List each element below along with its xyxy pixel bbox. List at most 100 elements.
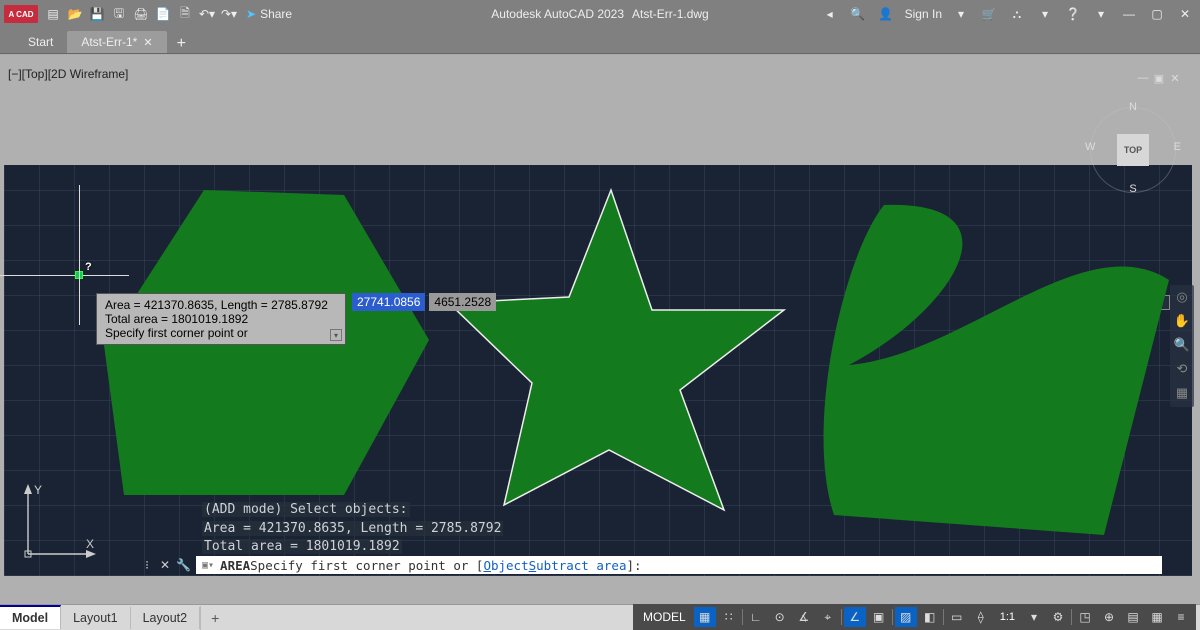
tab-active-doc[interactable]: Atst-Err-1* ✕ bbox=[67, 31, 166, 53]
speak-icon[interactable]: ◂ bbox=[821, 5, 839, 23]
units-icon[interactable]: ▤ bbox=[1122, 607, 1144, 627]
lineweight-icon[interactable]: ▨ bbox=[895, 607, 917, 627]
cmd-name: AREA bbox=[220, 558, 250, 573]
isodraft-icon[interactable]: ∡ bbox=[793, 607, 815, 627]
tab-new-button[interactable]: + bbox=[167, 35, 196, 53]
tooltip-line3: Specify first corner point or bbox=[105, 326, 337, 340]
ucs-x-label: X bbox=[86, 537, 94, 551]
grid-toggle-icon[interactable]: ▦ bbox=[694, 607, 716, 627]
command-line-input[interactable]: ▣▾ AREA Specify first corner point or [ … bbox=[196, 556, 1162, 574]
dropdown-icon-3[interactable]: ▾ bbox=[1092, 5, 1110, 23]
vp-restore-icon[interactable]: ▣ bbox=[1152, 71, 1166, 85]
share-button[interactable]: ➤ Share bbox=[246, 7, 292, 21]
dynamic-coord-inputs: 27741.0856 4651.2528 bbox=[352, 293, 496, 311]
command-history: (ADD mode) Select objects: Area = 421370… bbox=[202, 501, 1142, 556]
app-name: Autodesk AutoCAD 2023 bbox=[491, 7, 624, 21]
tab-layout2[interactable]: Layout2 bbox=[131, 607, 200, 629]
dropdown-icon[interactable]: ▾ bbox=[952, 5, 970, 23]
share-icon: ➤ bbox=[246, 7, 256, 21]
print-icon[interactable]: 🖨 bbox=[132, 5, 150, 23]
ucs-y-label: Y bbox=[34, 484, 42, 497]
cmd-close-icon[interactable]: ✕ bbox=[158, 558, 172, 572]
coord-y-input[interactable]: 4651.2528 bbox=[429, 293, 496, 311]
app-switcher-icon[interactable]: ⛬ bbox=[1008, 5, 1026, 23]
hist-line: Area = 421370.8635, Length = 2785.8792 bbox=[202, 521, 503, 536]
plot-icon[interactable]: 📄 bbox=[154, 5, 172, 23]
cart-icon[interactable]: 🛒 bbox=[980, 5, 998, 23]
save-icon[interactable]: 💾 bbox=[88, 5, 106, 23]
cmd-prompt-2: ]: bbox=[626, 558, 641, 573]
user-icon[interactable]: 👤 bbox=[877, 5, 895, 23]
hist-line: (ADD mode) Select objects: bbox=[202, 502, 410, 517]
vc-north: N bbox=[1129, 101, 1137, 113]
polar-icon[interactable]: ⊙ bbox=[769, 607, 791, 627]
minimize-icon[interactable]: — bbox=[1120, 5, 1138, 23]
vc-east: E bbox=[1174, 141, 1181, 153]
cmd-grip-icon[interactable]: ⁝ bbox=[140, 558, 154, 572]
tab-layout1[interactable]: Layout1 bbox=[61, 607, 130, 629]
coord-x-input[interactable]: 27741.0856 bbox=[352, 293, 425, 311]
drawing-canvas[interactable]: — ▣ ✕ N W E S TOP WCS ◎ ✋ 🔍 ⟲ ▦ bbox=[4, 165, 1192, 576]
workspace-icon[interactable]: ◳ bbox=[1074, 607, 1096, 627]
vc-top-face[interactable]: TOP bbox=[1117, 134, 1149, 166]
open-icon[interactable]: 📂 bbox=[66, 5, 84, 23]
annotation-icon[interactable]: ⟠ bbox=[970, 607, 992, 627]
app-logo: A CAD bbox=[4, 5, 38, 23]
sel-cycle-icon[interactable]: ▭ bbox=[946, 607, 968, 627]
close-icon[interactable]: ✕ bbox=[1176, 5, 1194, 23]
hist-line: Total area = 1801019.1892 bbox=[202, 539, 402, 554]
cmd-opt-object[interactable]: bject bbox=[491, 558, 529, 573]
otrack-icon[interactable]: ∠ bbox=[844, 607, 866, 627]
quickprops-icon[interactable]: ▦ bbox=[1146, 607, 1168, 627]
viewport-window-controls: — ▣ ✕ bbox=[1136, 71, 1182, 85]
document-tabs: Start Atst-Err-1* ✕ + bbox=[0, 28, 1200, 54]
vp-minimize-icon[interactable]: — bbox=[1136, 71, 1150, 85]
tab-model[interactable]: Model bbox=[0, 605, 61, 629]
tab-add-layout[interactable]: + bbox=[200, 606, 229, 630]
vp-close-icon[interactable]: ✕ bbox=[1168, 71, 1182, 85]
dynamic-input-tooltip: Area = 421370.8635, Length = 2785.8792 T… bbox=[96, 293, 346, 345]
2dosnap-icon[interactable]: ▣ bbox=[868, 607, 890, 627]
command-line-row: ⁝ ✕ 🔧 ▣▾ AREA Specify first corner point… bbox=[4, 554, 1192, 576]
tab-close-icon[interactable]: ✕ bbox=[143, 36, 152, 49]
gear-icon[interactable]: ⚙ bbox=[1047, 607, 1069, 627]
drawing-region: [−][Top][2D Wireframe] — ▣ ✕ N W E S TOP… bbox=[0, 55, 1200, 604]
customization-icon[interactable]: ≡ bbox=[1170, 607, 1192, 627]
tooltip-expand-icon[interactable]: ▾ bbox=[330, 329, 342, 341]
saveas-icon[interactable]: 🖫 bbox=[110, 5, 128, 23]
cmd-prompt-1: Specify first corner point or [ bbox=[250, 558, 483, 573]
sheet-icon[interactable]: 🗎 bbox=[176, 5, 194, 23]
vc-west: W bbox=[1085, 141, 1095, 153]
ucs-icon: Y X bbox=[16, 484, 96, 564]
signin-button[interactable]: Sign In bbox=[905, 7, 942, 21]
cmd-opt-subtract[interactable]: ubtract area bbox=[536, 558, 626, 573]
share-label: Share bbox=[260, 7, 292, 21]
tooltip-line1: Area = 421370.8635, Length = 2785.8792 bbox=[105, 298, 337, 312]
status-scale[interactable]: 1:1 bbox=[994, 611, 1021, 623]
snap-toggle-icon[interactable]: ∷ bbox=[718, 607, 740, 627]
dropdown-icon-2[interactable]: ▾ bbox=[1036, 5, 1054, 23]
undo-icon[interactable]: ↶▾ bbox=[198, 5, 216, 23]
anno-monitor-icon[interactable]: ⊕ bbox=[1098, 607, 1120, 627]
tab-start[interactable]: Start bbox=[14, 31, 67, 53]
cmd-opt-object-u[interactable]: O bbox=[483, 558, 491, 573]
cmd-opt-subtract-u[interactable]: S bbox=[529, 558, 537, 573]
cmd-customize-icon[interactable]: 🔧 bbox=[176, 558, 190, 572]
title-right-cluster: ◂ 🔍 👤 Sign In ▾ 🛒 ⛬ ▾ ❔ ▾ — ▢ ✕ bbox=[821, 5, 1200, 23]
shape-star bbox=[449, 190, 784, 510]
scale-menu-icon[interactable]: ▾ bbox=[1023, 607, 1045, 627]
cmd-recent-icon[interactable]: ▣▾ bbox=[202, 560, 214, 571]
redo-icon[interactable]: ↷▾ bbox=[220, 5, 238, 23]
maximize-icon[interactable]: ▢ bbox=[1148, 5, 1166, 23]
status-bar: MODEL ▦ ∷ ∟ ⊙ ∡ ⌖ ∠ ▣ ▨ ◧ ▭ ⟠ 1:1 ▾ ⚙ ◳ … bbox=[633, 604, 1196, 630]
transparency-icon[interactable]: ◧ bbox=[919, 607, 941, 627]
tab-label: Atst-Err-1* bbox=[81, 35, 137, 49]
status-model-label[interactable]: MODEL bbox=[637, 610, 692, 624]
help-icon[interactable]: ❔ bbox=[1064, 5, 1082, 23]
tooltip-line2: Total area = 1801019.1892 bbox=[105, 312, 337, 326]
search-icon[interactable]: 🔍 bbox=[849, 5, 867, 23]
ortho-icon[interactable]: ∟ bbox=[745, 607, 767, 627]
osnap-icon[interactable]: ⌖ bbox=[817, 607, 839, 627]
view-controls-label[interactable]: [−][Top][2D Wireframe] bbox=[8, 67, 128, 81]
new-icon[interactable]: ▤ bbox=[44, 5, 62, 23]
